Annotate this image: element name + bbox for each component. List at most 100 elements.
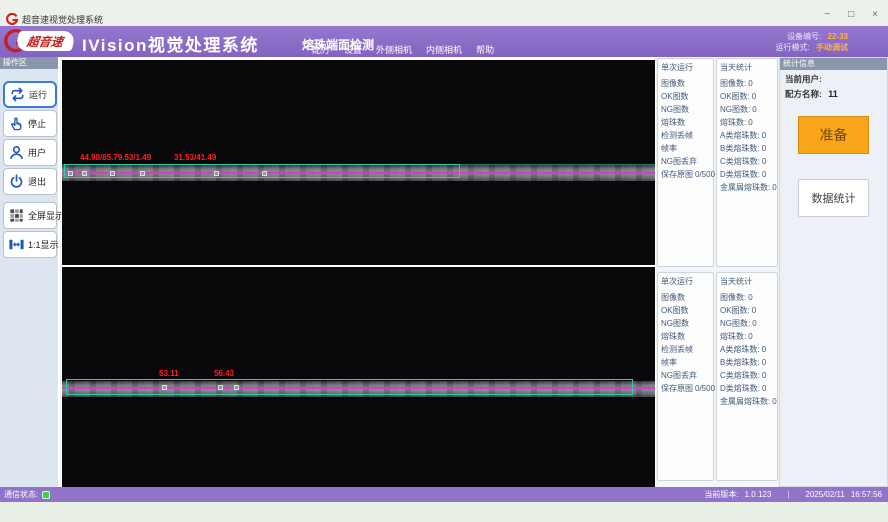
stat-row: 图像数:0 — [717, 291, 777, 304]
stat-row: OK图数:0 — [717, 304, 777, 317]
menu-help[interactable]: 帮助 — [476, 43, 494, 56]
device-info: 设备编号: 22-33 运行模式: 手动调试 — [776, 31, 848, 53]
daily-stats-title: 当天统计 — [717, 59, 777, 77]
stat-row: 图像数 — [658, 291, 713, 304]
stat-row: OK图数 — [658, 90, 713, 103]
brand-badge: 超音速 — [15, 31, 77, 51]
run-button[interactable]: 运行 — [3, 81, 57, 108]
fullscreen-button[interactable]: 全屏显示 — [3, 202, 57, 229]
app-title: IVision视觉处理系统 — [82, 31, 259, 56]
window-title: 超音速视觉处理系统 — [22, 13, 103, 26]
stat-row: 帧率 — [658, 142, 713, 155]
recipe-name-value: 11 — [828, 89, 838, 99]
recipe-name-row: 配方名称: 11 — [780, 85, 887, 100]
stat-row: 图像数:0 — [717, 77, 777, 90]
stat-row: 金属屑熔珠数:0 — [717, 181, 777, 194]
stat-row-save: 保存原图0/500 — [658, 168, 713, 181]
status-bar: 通信状态: 当前版本: 1.0.123 | 2025/02/11 16:57:5… — [0, 487, 888, 502]
bead-marker — [218, 385, 223, 390]
stat-row-save: 保存原图0/500 — [658, 382, 713, 395]
menu-settings[interactable]: 设置 — [344, 43, 362, 56]
data-statistics-button[interactable]: 数据统计 — [798, 179, 869, 217]
hand-pointer-icon — [8, 115, 25, 132]
detection-box-bottom — [66, 379, 633, 395]
one-to-one-button[interactable]: 1:1显示 — [3, 231, 57, 258]
sidebar-header: 操作区 — [0, 57, 58, 69]
power-icon — [8, 173, 25, 190]
version-label: 当前版本: — [704, 489, 738, 500]
stats-row-bottom: 单次运行 图像数 OK图数 NG图数 熔珠数 检测丢帧 帧率 NG图丢弃 保存原… — [657, 272, 778, 482]
app-logo-icon — [6, 12, 18, 24]
bead-marker — [110, 171, 115, 176]
one-to-one-icon — [8, 236, 25, 253]
stat-row: 帧率 — [658, 356, 713, 369]
stats-row-top: 单次运行 图像数 OK图数 NG图数 熔珠数 检测丢帧 帧率 NG图丢弃 保存原… — [657, 58, 778, 268]
camera-area: 44.98/85.79.53/1.49 31.53/41.49 53.11 56… — [61, 57, 656, 487]
desktop-margin — [0, 502, 888, 522]
stat-row: B类熔珠数:0 — [717, 142, 777, 155]
stat-row: A类熔珠数:0 — [717, 343, 777, 356]
stat-row: 熔珠数 — [658, 116, 713, 129]
stat-row: OK图数 — [658, 304, 713, 317]
menu-inner-camera[interactable]: 内侧相机 — [426, 43, 462, 56]
exit-button-label: 退出 — [28, 175, 46, 188]
minimize-button[interactable]: − — [824, 9, 830, 21]
one-to-one-button-label: 1:1显示 — [28, 238, 59, 251]
run-mode-value: 手动调试 — [816, 43, 848, 52]
stop-button[interactable]: 停止 — [3, 110, 57, 137]
info-panel-header: 统计信息 — [780, 58, 887, 70]
stat-row: 熔珠数:0 — [717, 330, 777, 343]
maximize-button[interactable]: □ — [848, 9, 854, 21]
daily-stats-panel-bottom: 当天统计 图像数:0 OK图数:0 NG图数:0 熔珠数:0 A类熔珠数:0 B… — [716, 272, 778, 481]
stat-row: NG图数 — [658, 317, 713, 330]
bead-marker — [68, 171, 73, 176]
camera-view-top: 44.98/85.79.53/1.49 31.53/41.49 — [62, 60, 655, 265]
stat-row: C类熔珠数:0 — [717, 155, 777, 168]
device-number-label: 设备编号: — [787, 32, 821, 41]
statistics-info-panel: 统计信息 当前用户: 配方名称: 11 准备 数据统计 — [779, 57, 888, 487]
sidebar-buttons: 运行 停止 用户 — [0, 81, 60, 260]
menu-recipe[interactable]: 配方 — [312, 43, 330, 56]
bead-marker — [214, 171, 219, 176]
user-button[interactable]: 用户 — [3, 139, 57, 166]
window-controls: − □ × — [824, 9, 878, 21]
single-run-title: 单次运行 — [658, 273, 713, 291]
bead-marker — [140, 171, 145, 176]
comm-status-label: 通信状态: — [4, 489, 38, 500]
app-window: 超音速视觉处理系统 − □ × 超音速 IVision视觉处理系统 熔珠端面检测… — [0, 0, 888, 522]
bead-marker — [82, 171, 87, 176]
status-time: 16:57:56 — [851, 490, 882, 499]
exit-button[interactable]: 退出 — [3, 168, 57, 195]
stat-row: NG图丢弃 — [658, 155, 713, 168]
stat-row: NG图丢弃 — [658, 369, 713, 382]
version-value: 1.0.123 — [745, 490, 772, 499]
daily-stats-title: 当天统计 — [717, 273, 777, 291]
run-cycle-icon — [9, 86, 26, 103]
run-mode-label: 运行模式: — [776, 43, 810, 52]
stat-row: 图像数 — [658, 77, 713, 90]
comm-ok-indicator-icon — [42, 491, 50, 499]
stat-row: 熔珠数 — [658, 330, 713, 343]
menu-outer-camera[interactable]: 外侧相机 — [376, 43, 412, 56]
measurement-annotation-right: 31.53/41.49 — [174, 153, 216, 162]
stat-row: NG图数 — [658, 103, 713, 116]
measurement-label-a: 53.11 — [159, 369, 179, 378]
bead-marker — [262, 171, 267, 176]
single-run-panel-bottom: 单次运行 图像数 OK图数 NG图数 熔珠数 检测丢帧 帧率 NG图丢弃 保存原… — [657, 272, 714, 481]
prepare-button[interactable]: 准备 — [798, 116, 869, 154]
stat-row: 熔珠数:0 — [717, 116, 777, 129]
user-button-label: 用户 — [28, 146, 46, 159]
bead-marker — [162, 385, 167, 390]
comm-status: 通信状态: — [4, 489, 50, 500]
close-button[interactable]: × — [872, 9, 878, 21]
stat-row: 检测丢帧 — [658, 343, 713, 356]
stat-row: B类熔珠数:0 — [717, 356, 777, 369]
fullscreen-grid-icon — [8, 207, 25, 224]
stat-row: D类熔珠数:0 — [717, 168, 777, 181]
run-button-label: 运行 — [29, 88, 47, 101]
single-run-panel-top: 单次运行 图像数 OK图数 NG图数 熔珠数 检测丢帧 帧率 NG图丢弃 保存原… — [657, 58, 714, 267]
stat-row: C类熔珠数:0 — [717, 369, 777, 382]
app-header: 超音速 IVision视觉处理系统 熔珠端面检测 配方 设置 外侧相机 内侧相机… — [0, 26, 888, 57]
stat-row: OK图数:0 — [717, 90, 777, 103]
status-bar-right: 当前版本: 1.0.123 | 2025/02/11 16:57:56 — [704, 487, 882, 502]
